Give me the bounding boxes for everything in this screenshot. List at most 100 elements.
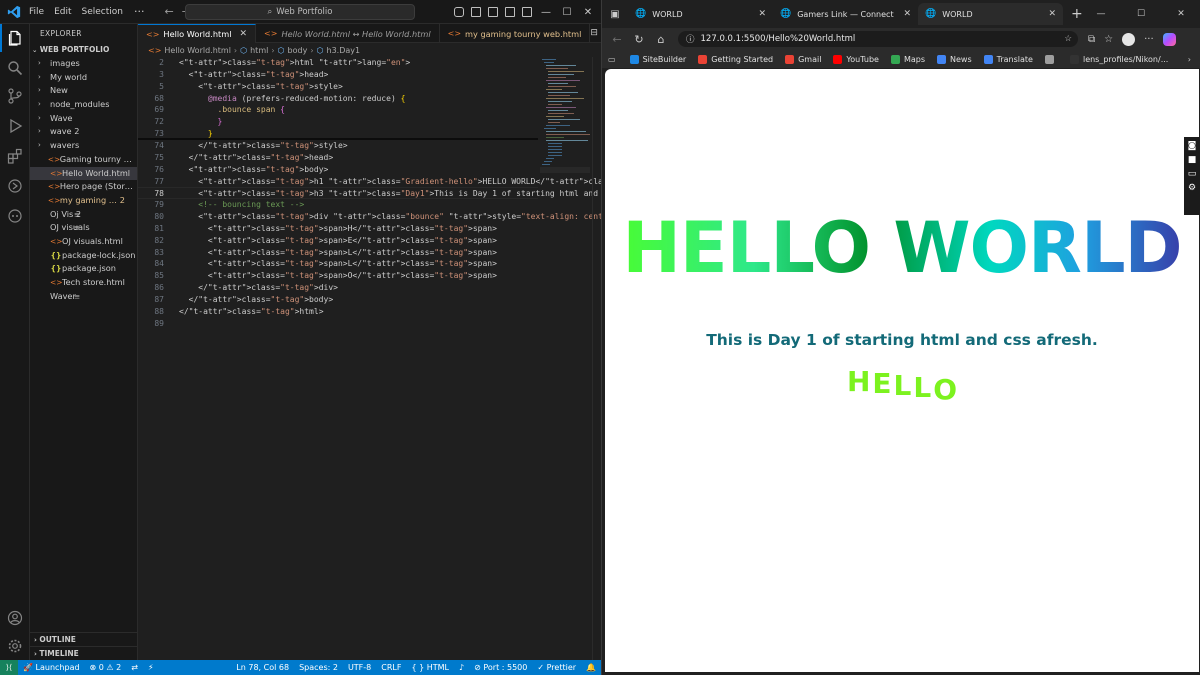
tree-file[interactable]: <>Hero page (Store).html — [30, 180, 137, 194]
menu-selection[interactable]: Selection — [77, 0, 128, 24]
command-center-search[interactable]: ⌕ Web Portfolio — [185, 4, 415, 20]
tree-folder[interactable]: › Wave — [30, 112, 137, 126]
tree-folder[interactable]: › New — [30, 84, 137, 98]
encoding[interactable]: UTF-8 — [343, 663, 376, 672]
tree-folder[interactable]: › wave 2 — [30, 125, 137, 139]
run-debug-icon[interactable] — [0, 112, 30, 140]
prettier-status[interactable]: ✓ Prettier — [532, 663, 581, 672]
menu-edit[interactable]: Edit — [49, 0, 76, 24]
tree-file[interactable]: <> OJ visuals.html — [30, 235, 137, 249]
timeline-section[interactable]: › TIMELINE — [30, 646, 137, 660]
settings-gear-icon[interactable] — [0, 632, 30, 660]
tree-folder[interactable]: › images — [30, 57, 137, 71]
minimize-icon[interactable]: — — [539, 7, 553, 18]
back-arrow-icon[interactable]: ← — [606, 33, 628, 46]
customize-layout-icon[interactable] — [522, 7, 532, 17]
cursor-position[interactable]: Ln 78, Col 68 — [231, 663, 294, 672]
toggle-sidebar-icon[interactable] — [471, 7, 481, 17]
screen-icon[interactable]: ▭ — [1188, 169, 1197, 179]
home-icon[interactable]: ⌂ — [650, 33, 672, 46]
search-icon[interactable] — [0, 54, 30, 82]
breadcrumb-body[interactable]: body — [288, 46, 308, 55]
bookmark-item[interactable]: Translate — [980, 54, 1037, 64]
refresh-icon[interactable]: ↻ — [628, 33, 650, 46]
remote-explorer-icon[interactable] — [0, 172, 30, 200]
bookmark-item[interactable] — [1041, 54, 1062, 64]
settings-gear-icon[interactable]: ⚙ — [1188, 183, 1196, 193]
bell-icon[interactable]: 🔔 — [581, 663, 601, 672]
breadcrumb-h3[interactable]: h3.Day1 — [327, 46, 361, 55]
tab-hello-world[interactable]: <> Hello World.html ✕ — [138, 24, 257, 43]
live-server-port[interactable]: ⊘ Port : 5500 — [469, 663, 532, 672]
more-menu-icon[interactable]: ··· — [128, 0, 151, 24]
bookmark-item[interactable]: News — [933, 54, 976, 64]
code-editor[interactable]: 2 <"t-attr">class="t-tag">html "t-attr">l… — [138, 57, 791, 347]
video-icon[interactable]: ■ — [1188, 155, 1197, 165]
explorer-icon[interactable] — [0, 24, 30, 52]
browser-tab-gamers-link[interactable]: 🌐 Gamers Link — Connect · Comp ✕ — [773, 3, 918, 25]
info-icon[interactable]: ⓘ — [686, 33, 695, 45]
workspace-header[interactable]: ⌄ WEB PORTFOLIO — [32, 45, 109, 54]
close-tab-icon[interactable]: ✕ — [903, 9, 911, 19]
toggle-secondary-sidebar-icon[interactable] — [505, 7, 515, 17]
close-tab-icon[interactable]: ✕ — [758, 9, 766, 19]
camera-icon[interactable]: ◙ — [1188, 141, 1197, 151]
tab-actions-icon[interactable]: ▣ — [602, 9, 628, 20]
extensions-icon[interactable] — [0, 142, 30, 170]
open-preview-icon[interactable]: ⊟ — [590, 28, 598, 38]
bookmark-item[interactable]: Getting Started — [694, 54, 777, 64]
copilot-icon[interactable] — [1162, 32, 1176, 46]
bookmark-item[interactable]: Maps — [887, 54, 929, 64]
more-menu-icon[interactable]: ··· — [1144, 34, 1154, 45]
live-share-icon[interactable]: ⇄ — [126, 663, 143, 672]
editor-scrollbar[interactable] — [592, 57, 600, 660]
notification-icon[interactable]: ♪ — [454, 663, 469, 672]
menu-file[interactable]: File — [24, 0, 49, 24]
tree-file[interactable]: ≡ Oj Vis 2 — [30, 208, 137, 222]
import-favorites-icon[interactable]: ▭ — [608, 55, 616, 64]
outline-section[interactable]: › OUTLINE — [30, 632, 137, 646]
browser-tab-world-1[interactable]: 🌐 WORLD ✕ — [628, 3, 773, 25]
account-icon[interactable] — [0, 604, 30, 632]
tree-folder[interactable]: › node_modules — [30, 98, 137, 112]
tree-file[interactable]: <> Tech store.html — [30, 276, 137, 290]
close-icon[interactable]: ✕ — [581, 7, 595, 18]
maximize-icon[interactable]: ☐ — [560, 7, 574, 18]
minimize-icon[interactable]: — — [1081, 9, 1121, 19]
minimap[interactable] — [540, 57, 590, 187]
bookmark-item[interactable]: Gmail — [781, 54, 825, 64]
extensions-icon[interactable]: ⧉ — [1088, 34, 1095, 45]
tree-file[interactable]: {} package.json — [30, 262, 137, 276]
indentation[interactable]: Spaces: 2 — [294, 663, 343, 672]
toggle-panel-icon[interactable] — [488, 7, 498, 17]
favorite-star-icon[interactable]: ☆ — [1064, 34, 1078, 44]
tree-file[interactable]: <> Hello World.html — [30, 166, 137, 181]
remote-indicator-icon[interactable]: ⟩⟨ — [0, 660, 18, 675]
copilot-chat-icon[interactable] — [0, 202, 30, 230]
tree-folder[interactable]: › My world — [30, 71, 137, 85]
chevron-right-icon[interactable]: › — [1188, 55, 1200, 64]
breadcrumb-html[interactable]: html — [250, 46, 268, 55]
tree-file[interactable]: ≡ OJ visuals — [30, 221, 137, 235]
launchpad-item[interactable]: 🚀 Launchpad — [18, 663, 85, 672]
end-of-line[interactable]: CRLF — [376, 663, 406, 672]
close-tab-icon[interactable]: ✕ — [239, 29, 247, 39]
bookmark-item[interactable]: SiteBuilder — [626, 54, 691, 64]
tree-file[interactable]: {} package-lock.json — [30, 249, 137, 263]
tab-my-gaming-tourny[interactable]: <> my gaming tourny web.html — [440, 24, 591, 43]
favorites-icon[interactable]: ☆ — [1104, 34, 1113, 45]
breadcrumb-file[interactable]: Hello World.html — [164, 46, 231, 55]
language-mode[interactable]: { } HTML — [406, 663, 454, 672]
back-arrow-icon[interactable]: ← — [160, 0, 177, 24]
lightning-icon[interactable]: ⚡ — [143, 663, 159, 672]
bookmark-item[interactable]: lens_profiles/Nikon/... — [1066, 54, 1172, 64]
address-bar[interactable]: ⓘ 127.0.0.1:5500/Hello%20World.html ☆ — [678, 31, 1078, 47]
tree-file[interactable]: ≡ Waver — [30, 290, 137, 304]
source-control-icon[interactable] — [0, 82, 30, 110]
bookmark-item[interactable]: YouTube — [829, 54, 883, 64]
maximize-icon[interactable]: ☐ — [1121, 9, 1161, 19]
problems-item[interactable]: ⊗ 0 ⚠ 2 — [85, 663, 127, 672]
tree-folder[interactable]: › wavers — [30, 139, 137, 153]
tab-hello-world-diff[interactable]: <> Hello World.html ↔ Hello World.html — [256, 24, 440, 43]
close-icon[interactable]: ✕ — [1161, 9, 1200, 19]
